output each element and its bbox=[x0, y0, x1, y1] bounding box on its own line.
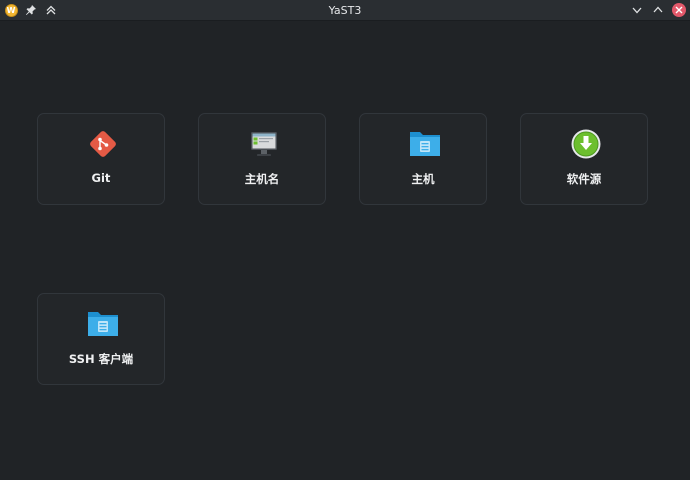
tile-label: 软件源 bbox=[566, 172, 602, 186]
git-icon bbox=[87, 128, 119, 160]
module-tile-hostname[interactable]: 主机名 bbox=[198, 113, 326, 205]
folder-icon bbox=[409, 128, 441, 160]
maximize-button[interactable] bbox=[651, 3, 665, 17]
tile-label: 主机名 bbox=[244, 172, 280, 186]
download-icon bbox=[570, 128, 602, 160]
window-title: YaST3 bbox=[328, 4, 362, 17]
monitor-icon bbox=[248, 128, 280, 160]
maximize-icon bbox=[653, 6, 663, 13]
app-window: W YaST3 Git 主机名 主机 软件源 SSH 客户端 bbox=[0, 0, 690, 480]
module-tile-git[interactable]: Git bbox=[37, 113, 165, 205]
tile-label: 主机 bbox=[411, 172, 435, 186]
module-tile-repositories[interactable]: 软件源 bbox=[520, 113, 648, 205]
close-icon bbox=[675, 6, 683, 14]
folder-icon bbox=[87, 308, 119, 340]
tile-label: SSH 客户端 bbox=[68, 352, 134, 366]
minimize-icon bbox=[632, 7, 642, 14]
titlebar-right-controls bbox=[630, 3, 686, 17]
module-tile-ssh-client[interactable]: SSH 客户端 bbox=[37, 293, 165, 385]
title-bar[interactable]: W YaST3 bbox=[0, 0, 690, 21]
tile-label: Git bbox=[91, 171, 111, 185]
module-tile-hosts[interactable]: 主机 bbox=[359, 113, 487, 205]
close-button[interactable] bbox=[672, 3, 686, 17]
minimize-button[interactable] bbox=[630, 3, 644, 17]
